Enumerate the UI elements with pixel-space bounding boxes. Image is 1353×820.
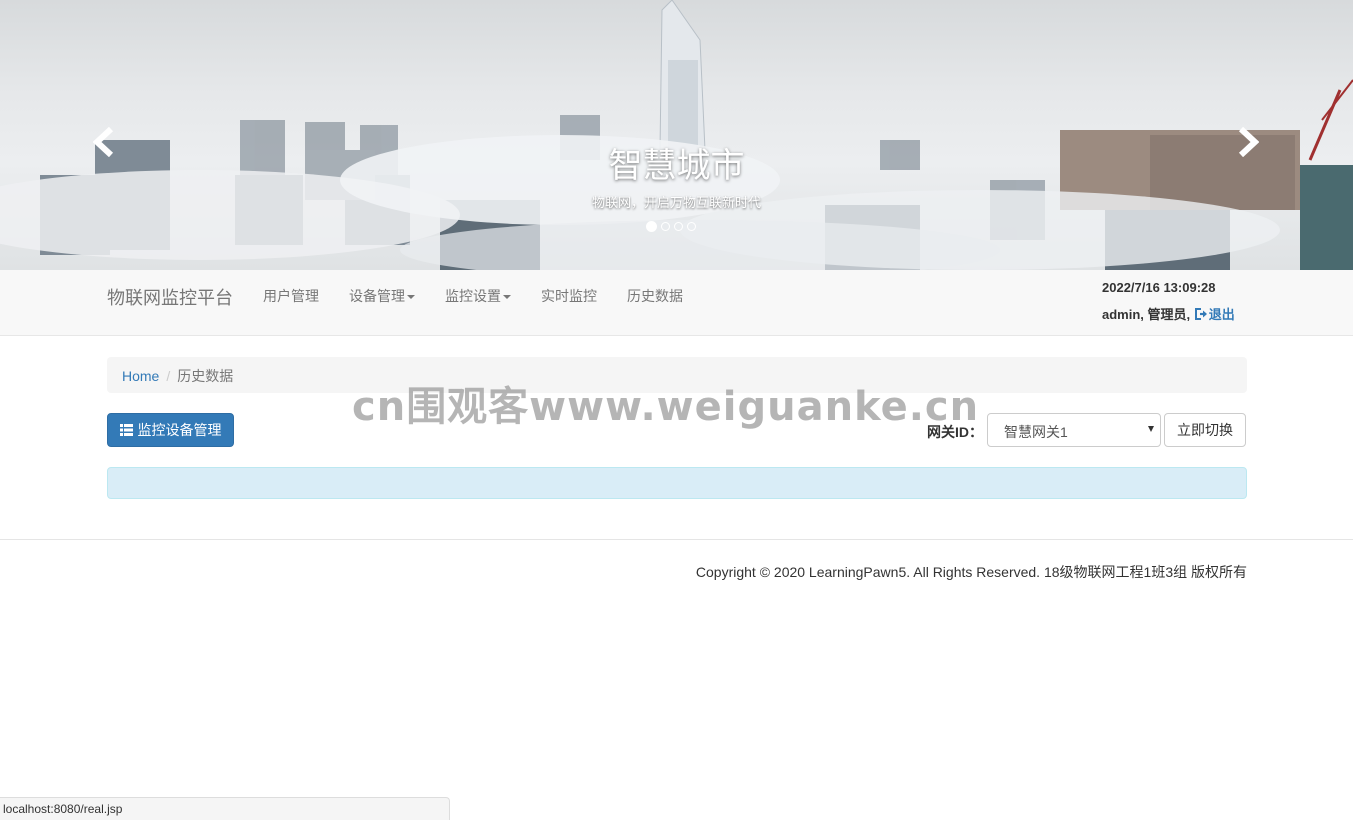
current-datetime: 2022/7/16 13:09:28 bbox=[1102, 280, 1216, 295]
nav-item-realtime-monitor[interactable]: 实时监控 bbox=[541, 286, 597, 306]
carousel-subtitle: 物联网，开启万物互联新时代 bbox=[591, 195, 761, 210]
manage-button-label: 监控设备管理 bbox=[137, 422, 222, 438]
carousel-title: 智慧城市 bbox=[608, 146, 745, 186]
copyright-text: Copyright © 2020 LearningPawn5. All Righ… bbox=[695, 564, 1247, 580]
breadcrumb-home[interactable]: Home bbox=[122, 368, 159, 384]
nav-item-device-management[interactable]: 设备管理 bbox=[349, 286, 415, 306]
logout-label: 退出 bbox=[1208, 307, 1235, 322]
gateway-id-label: 网关ID： bbox=[927, 424, 983, 440]
list-icon bbox=[119, 424, 133, 436]
navbar-brand[interactable]: 物联网监控平台 bbox=[107, 284, 233, 310]
breadcrumb-current: 历史数据 bbox=[177, 368, 234, 384]
nav-item-user-management[interactable]: 用户管理 bbox=[263, 286, 319, 306]
carousel-indicator-2[interactable] bbox=[661, 222, 670, 231]
switch-gateway-button[interactable]: 立即切换 bbox=[1164, 413, 1246, 447]
carousel-indicator-3[interactable] bbox=[674, 222, 683, 231]
status-url: localhost:8080/real.jsp bbox=[3, 802, 123, 816]
carousel-indicator-1[interactable] bbox=[646, 221, 657, 232]
nav-item-label: 用户管理 bbox=[263, 288, 319, 304]
select-arrow-icon bbox=[1148, 426, 1154, 432]
nav-item-label: 监控设置 bbox=[445, 288, 501, 304]
footer-divider bbox=[0, 539, 1353, 540]
logout-icon bbox=[1194, 308, 1207, 320]
nav-item-label: 历史数据 bbox=[627, 288, 683, 304]
nav-item-label: 实时监控 bbox=[541, 288, 597, 304]
caret-down-icon bbox=[503, 295, 511, 300]
logout-link[interactable]: 退出 bbox=[1194, 307, 1235, 322]
nav-item-history-data[interactable]: 历史数据 bbox=[627, 286, 683, 306]
gateway-select[interactable]: 智慧网关1 bbox=[987, 413, 1161, 447]
caret-down-icon bbox=[407, 295, 415, 300]
user-name: admin, 管理员, bbox=[1102, 307, 1191, 322]
breadcrumb-separator: / bbox=[166, 368, 171, 384]
gateway-selected-value: 智慧网关1 bbox=[1004, 424, 1068, 440]
monitor-device-manage-button[interactable]: 监控设备管理 bbox=[107, 413, 234, 447]
nav-item-monitor-settings[interactable]: 监控设置 bbox=[445, 286, 511, 306]
nav-item-label: 设备管理 bbox=[349, 288, 405, 304]
browser-status-bar: localhost:8080/real.jsp bbox=[0, 797, 450, 820]
carousel-indicator-4[interactable] bbox=[687, 222, 696, 231]
watermark-text: cn围观客www.weiguanke.cn bbox=[352, 384, 980, 430]
hero-carousel: 智慧城市 物联网，开启万物互联新时代 bbox=[0, 0, 1353, 270]
info-alert bbox=[107, 467, 1247, 499]
carousel-indicators bbox=[646, 221, 696, 232]
user-info: admin, 管理员, 退出 bbox=[1102, 304, 1235, 323]
